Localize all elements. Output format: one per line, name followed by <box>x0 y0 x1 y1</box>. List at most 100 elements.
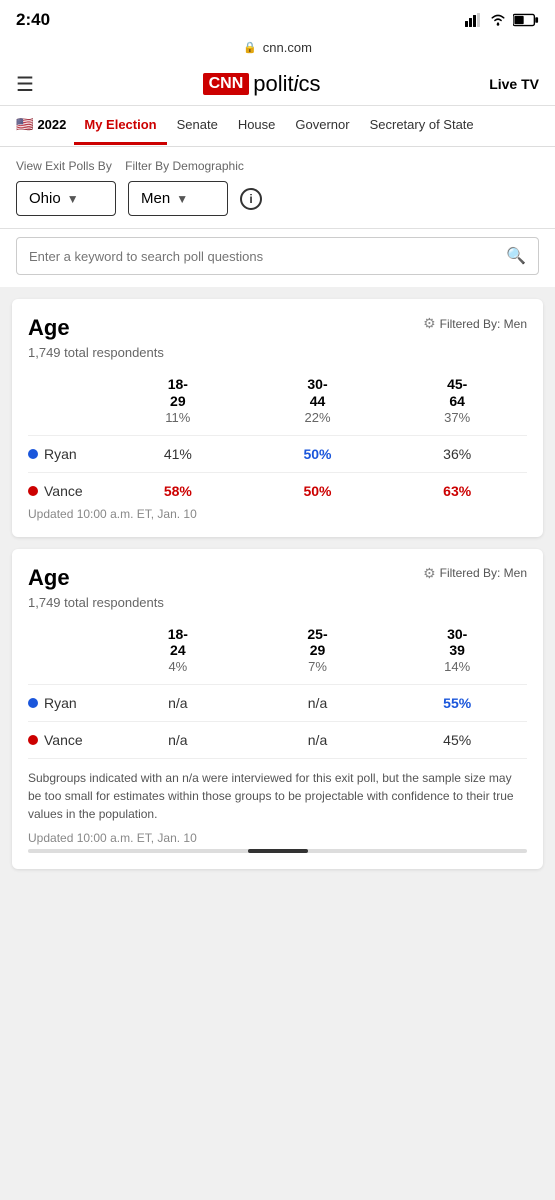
card-2-divider-1 <box>28 684 527 685</box>
search-bar: 🔍 <box>16 237 539 275</box>
card-1-vance-name: Vance <box>28 483 108 499</box>
live-tv-button[interactable]: Live TV <box>489 76 539 92</box>
card-2-vance-name: Vance <box>28 732 108 748</box>
card-2-age-pct-0: 4% <box>108 659 248 674</box>
card-2-filtered-by: ⚙ Filtered By: Men <box>423 565 527 582</box>
address-bar: 🔒 cnn.com <box>0 36 555 63</box>
card-1-vance-cells: 58% 50% 63% <box>108 483 527 499</box>
location-value: Ohio <box>29 190 61 207</box>
card-2-respondents: 1,749 total respondents <box>28 595 527 610</box>
card-1-updated: Updated 10:00 a.m. ET, Jan. 10 <box>28 507 527 521</box>
card-2-footnote: Subgroups indicated with an n/a were int… <box>28 769 527 823</box>
card-1-age-range-1: 30-44 <box>248 376 388 410</box>
card-1-age-pct-2: 37% <box>387 410 527 425</box>
card-1-vance-cell-2: 63% <box>387 483 527 499</box>
card-1-filtered-by: ⚙ Filtered By: Men <box>423 315 527 332</box>
card-2-ryan-cells: n/a n/a 55% <box>108 695 527 711</box>
demographic-value: Men <box>141 190 170 207</box>
ryan-dot <box>28 449 38 459</box>
card-1-age-col-2: 45-64 37% <box>387 376 527 425</box>
filter-controls: Ohio ▼ Men ▼ i <box>16 181 539 216</box>
address-url[interactable]: cnn.com <box>263 40 312 55</box>
card-2-vance-cell-2: 45% <box>387 732 527 748</box>
card-2-divider-2 <box>28 721 527 722</box>
card-1-age-col-1: 30-44 22% <box>248 376 388 425</box>
demographic-label: Filter By Demographic <box>125 159 244 173</box>
card-1-respondents: 1,749 total respondents <box>28 345 527 360</box>
card-2-age-col-2: 30-39 14% <box>387 626 527 675</box>
card-1-ryan-cell-2: 36% <box>387 446 527 462</box>
card-1-divider-2 <box>28 472 527 473</box>
card-1-ryan-cell-0: 41% <box>108 446 248 462</box>
search-icon: 🔍 <box>506 246 526 266</box>
card-2-age-pct-2: 14% <box>387 659 527 674</box>
card-2-ryan-name: Ryan <box>28 695 108 711</box>
card-1-divider-1 <box>28 435 527 436</box>
filter-label: View Exit Polls By Filter By Demographic <box>16 159 539 173</box>
card-1-vance-cell-0: 58% <box>108 483 248 499</box>
tab-secretary-of-state[interactable]: Secretary of State <box>360 107 484 145</box>
tab-governor[interactable]: Governor <box>285 107 359 145</box>
card-1-age-pct-0: 11% <box>108 410 248 425</box>
filter-icon-2: ⚙ <box>423 565 436 582</box>
status-icons <box>465 13 539 27</box>
card2-vance-dot <box>28 735 38 745</box>
status-time: 2:40 <box>16 10 50 30</box>
card-2-age-cols: 18-24 4% 25-29 7% 30-39 14% <box>108 626 527 675</box>
search-bar-container: 🔍 <box>0 229 555 287</box>
hamburger-menu[interactable]: ☰ <box>16 72 34 97</box>
tab-bar: 🇺🇸 2022 My Election Senate House Governo… <box>0 106 555 147</box>
card-2-age-range-2: 30-39 <box>387 626 527 660</box>
search-input[interactable] <box>29 249 498 264</box>
tab-house[interactable]: House <box>228 107 286 145</box>
status-bar: 2:40 <box>0 0 555 36</box>
view-label: View Exit Polls By <box>16 159 112 173</box>
card-1-ryan-cells: 41% 50% 36% <box>108 446 527 462</box>
info-button[interactable]: i <box>240 188 262 210</box>
lock-icon: 🔒 <box>243 41 257 54</box>
content-area: Age ⚙ Filtered By: Men 1,749 total respo… <box>0 287 555 881</box>
demographic-dropdown[interactable]: Men ▼ <box>128 181 228 216</box>
scroll-indicator <box>28 849 527 853</box>
filter-section: View Exit Polls By Filter By Demographic… <box>0 147 555 229</box>
tab-senate[interactable]: Senate <box>167 107 228 145</box>
location-dropdown[interactable]: Ohio ▼ <box>16 181 116 216</box>
cnn-badge: CNN <box>203 73 250 95</box>
card-2-ryan-row: Ryan n/a n/a 55% <box>28 695 527 711</box>
politics-text: politics <box>253 71 320 97</box>
card-2-vance-cell-0: n/a <box>108 732 248 748</box>
card-2-vance-cell-1: n/a <box>248 732 388 748</box>
poll-card-1: Age ⚙ Filtered By: Men 1,749 total respo… <box>12 299 543 537</box>
card-1-filter-label: Filtered By: Men <box>440 317 527 331</box>
card-2-vance-cells: n/a n/a 45% <box>108 732 527 748</box>
tab-my-election[interactable]: My Election <box>74 107 166 145</box>
vance-dot <box>28 486 38 496</box>
wifi-icon <box>489 13 507 27</box>
card-1-age-col-0: 18-29 11% <box>108 376 248 425</box>
location-dropdown-arrow: ▼ <box>67 192 79 206</box>
flag-icon: 🇺🇸 <box>16 116 33 133</box>
card-2-age-col-1: 25-29 7% <box>248 626 388 675</box>
card-2-age-header: 18-24 4% 25-29 7% 30-39 14% <box>28 626 527 675</box>
card-1-age-header: 18-29 11% 30-44 22% 45-64 37% <box>28 376 527 425</box>
card-1-ryan-row: Ryan 41% 50% 36% <box>28 446 527 462</box>
card-2-age-pct-1: 7% <box>248 659 388 674</box>
card-2-ryan-cell-1: n/a <box>248 695 388 711</box>
card-1-age-range-2: 45-64 <box>387 376 527 410</box>
card2-ryan-label: Ryan <box>44 695 77 711</box>
card-1-ryan-cell-1: 50% <box>248 446 388 462</box>
card-1-age-cols: 18-29 11% 30-44 22% 45-64 37% <box>108 376 527 425</box>
card-1-age-range-0: 18-29 <box>108 376 248 410</box>
nav-bar: ☰ CNN politics Live TV <box>0 63 555 106</box>
demographic-dropdown-arrow: ▼ <box>176 192 188 206</box>
year-badge: 🇺🇸 2022 <box>8 106 74 146</box>
card-2-age-range-0: 18-24 <box>108 626 248 660</box>
cnn-logo[interactable]: CNN politics <box>203 71 321 97</box>
vance-label: Vance <box>44 483 83 499</box>
poll-card-2: Age ⚙ Filtered By: Men 1,749 total respo… <box>12 549 543 870</box>
card-1-vance-row: Vance 58% 50% 63% <box>28 483 527 499</box>
card-2-header: Age ⚙ Filtered By: Men <box>28 565 527 591</box>
card-1-vance-cell-1: 50% <box>248 483 388 499</box>
card-1-ryan-name: Ryan <box>28 446 108 462</box>
card-1-age-pct-1: 22% <box>248 410 388 425</box>
